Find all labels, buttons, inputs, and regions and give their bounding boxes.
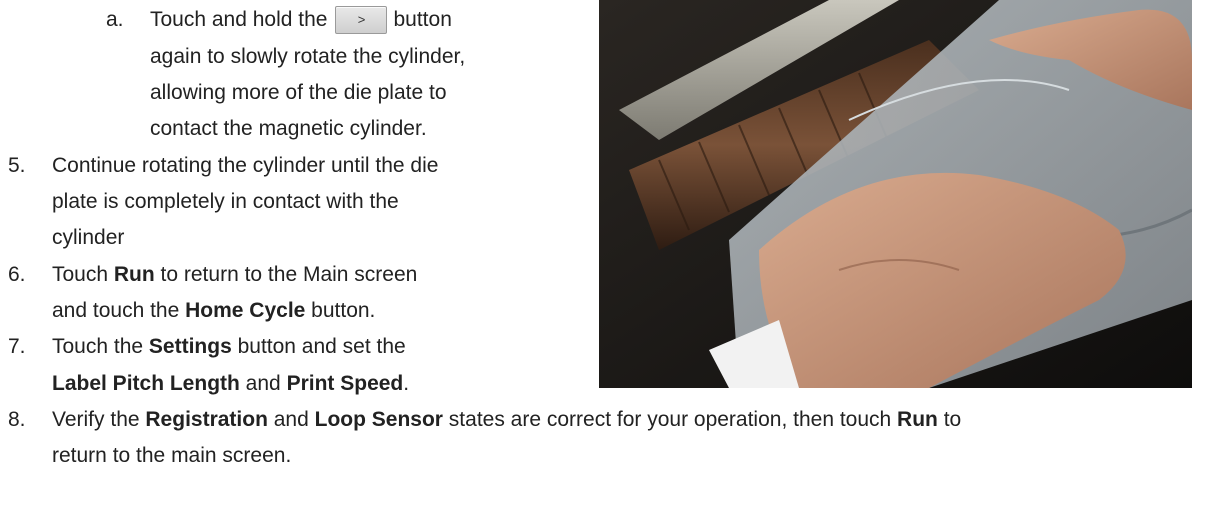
run-keyword: Run [113, 263, 155, 286]
substep-marker: a. [106, 8, 124, 31]
substep-a-line4: contact the magnetic cylinder. [150, 117, 427, 140]
step-number: 8. [8, 408, 26, 431]
die-plate-mounting-photo [599, 0, 1192, 388]
step6-line1: Touch Run to return to the Main screen [52, 259, 417, 290]
step-number: 6. [8, 263, 26, 286]
step6-text: button. [305, 299, 376, 322]
step7-line2: Label Pitch Length and Print Speed. [52, 368, 409, 399]
substep-a-text: Touch and hold the [150, 8, 328, 31]
print-speed-keyword: Print Speed [286, 372, 404, 395]
step-number: 5. [8, 154, 26, 177]
step8-text: to [937, 408, 962, 431]
step5-line1: Continue rotating the cylinder until the… [52, 154, 439, 177]
registration-keyword: Registration [145, 408, 268, 431]
step6-line2: and touch the Home Cycle button. [52, 295, 375, 326]
step6-text: to return to the Main screen [154, 263, 418, 286]
step8-line1: Verify the Registration and Loop Sensor … [52, 404, 961, 435]
step8-text: and [267, 408, 315, 431]
step6-text: and touch the [52, 299, 186, 322]
step5-line2: plate is completely in contact with the [52, 190, 399, 213]
home-cycle-keyword: Home Cycle [185, 299, 306, 322]
substep-a-line1: Touch and hold the > button [150, 4, 452, 35]
step8-line2: return to the main screen. [52, 444, 292, 467]
loop-sensor-keyword: Loop Sensor [314, 408, 443, 431]
step7-line1: Touch the Settings button and set the [52, 331, 406, 362]
step6-text: Touch [52, 263, 114, 286]
rotate-forward-button-icon: > [335, 6, 388, 35]
step7-text: button and set the [231, 335, 406, 358]
step7-text: . [403, 372, 410, 395]
photo-illustration [599, 0, 1192, 388]
step8-text: Verify the [52, 408, 146, 431]
run-keyword: Run [897, 408, 938, 431]
step7-text: and [239, 372, 287, 395]
step7-text: Touch the [52, 335, 149, 358]
settings-keyword: Settings [148, 335, 232, 358]
step8-text: states are correct for your operation, t… [442, 408, 898, 431]
step5-line3: cylinder [52, 226, 125, 249]
label-pitch-length-keyword: Label Pitch Length [52, 372, 240, 395]
step-number: 7. [8, 335, 26, 358]
substep-a-line2: again to slowly rotate the cylinder, [150, 45, 466, 68]
substep-a-text-post: button [393, 8, 452, 31]
substep-a-line3: allowing more of the die plate to [150, 81, 447, 104]
